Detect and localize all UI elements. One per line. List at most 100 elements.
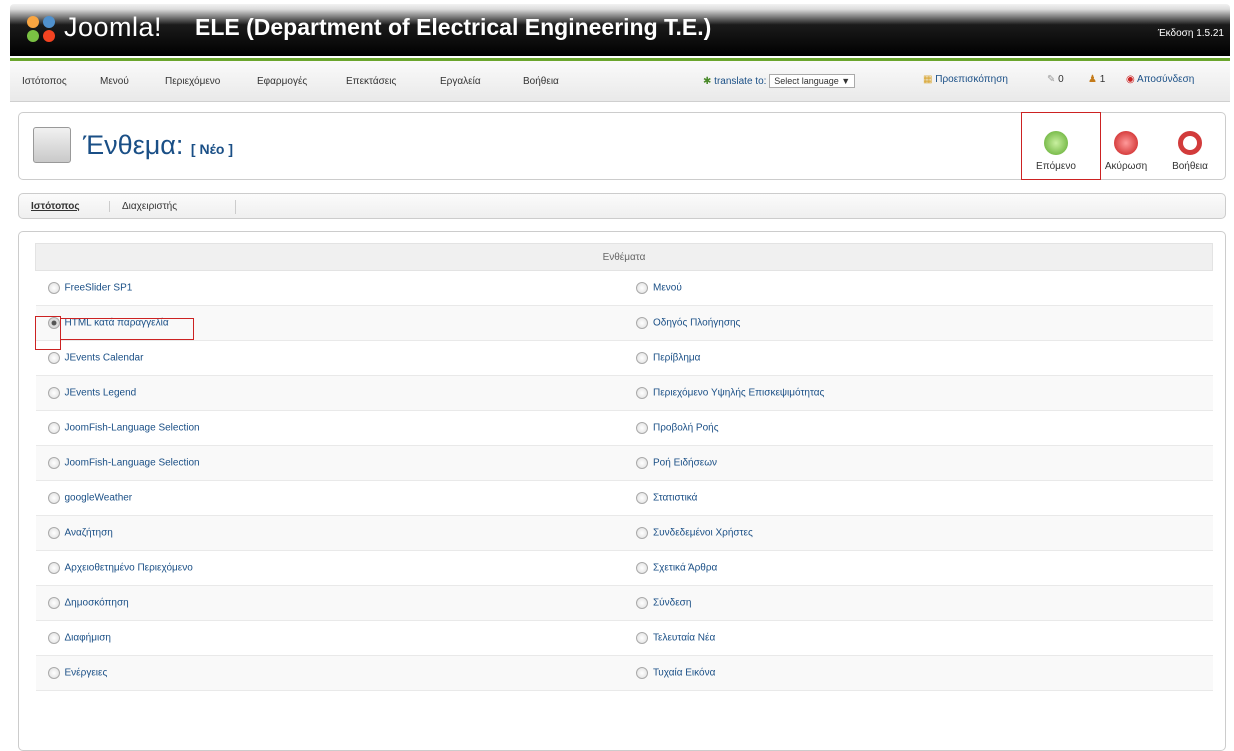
module-option-label[interactable]: Δημοσκόπηση: [65, 598, 129, 609]
module-option-label[interactable]: JoomFish-Language Selection: [65, 458, 200, 469]
module-radio[interactable]: [47, 562, 60, 574]
module-radio[interactable]: [636, 422, 648, 434]
module-option-label[interactable]: Συνδεδεμένοι Χρήστες: [653, 528, 753, 539]
module-radio[interactable]: [636, 457, 648, 469]
module-option-cell: Ενέργειες: [35, 655, 624, 691]
module-option-label[interactable]: JEvents Calendar: [65, 353, 144, 364]
tab-divider: [235, 200, 236, 214]
preview-link[interactable]: ▦ Προεπισκόπηση: [923, 74, 1008, 85]
module-radio[interactable]: [47, 422, 60, 434]
module-radio[interactable]: [47, 317, 60, 329]
modules-table: Ενθέματα FreeSlider SP1 Μενού HTML κατά πα…: [35, 243, 1213, 691]
module-radio[interactable]: [636, 352, 648, 364]
module-option-label[interactable]: Ενέργειες: [65, 668, 108, 679]
module-option-cell: Τυχαία Εικόνα: [624, 655, 1213, 691]
help-button[interactable]: Βοήθεια: [1157, 113, 1223, 179]
module-option-cell: Προβολή Ροής: [624, 410, 1213, 446]
module-radio[interactable]: [47, 632, 60, 644]
module-option-label[interactable]: Περίβλημα: [653, 353, 700, 364]
tab-site[interactable]: Ιστότοπος: [31, 201, 80, 212]
messages-count: 0: [1058, 74, 1064, 85]
module-option-label[interactable]: Σχετικά Άρθρα: [653, 563, 717, 574]
module-radio[interactable]: [636, 317, 648, 329]
module-radio[interactable]: [636, 597, 648, 609]
module-option-label[interactable]: JEvents Legend: [65, 388, 137, 399]
module-option-label[interactable]: Αρχειοθετημένο Περιεχόμενο: [65, 563, 193, 574]
menu-components[interactable]: Εφαρμογές: [257, 76, 307, 87]
module-radio[interactable]: [47, 387, 60, 399]
menu-site[interactable]: Ιστότοπος: [22, 76, 67, 87]
module-option-cell: JEvents Calendar: [35, 340, 624, 376]
module-radio[interactable]: [636, 492, 648, 504]
module-radio[interactable]: [636, 562, 648, 574]
cancel-button-label: Ακύρωση: [1104, 161, 1148, 172]
module-radio[interactable]: [636, 387, 648, 399]
module-option-cell: Σχετικά Άρθρα: [624, 550, 1213, 586]
module-radio[interactable]: [636, 632, 648, 644]
language-select-value: Select language: [774, 76, 839, 86]
module-option-label[interactable]: Προβολή Ροής: [653, 423, 719, 434]
module-radio[interactable]: [636, 667, 648, 679]
table-row: HTML κατά παραγγελία Οδηγός Πλοήγησης: [35, 305, 1213, 341]
module-radio[interactable]: [47, 527, 60, 539]
module-radio[interactable]: [47, 667, 60, 679]
module-option-cell: FreeSlider SP1: [35, 270, 624, 306]
table-row: Αρχειοθετημένο Περιεχόμενο Σχετικά Άρθρα: [35, 550, 1213, 586]
menu-help[interactable]: Βοήθεια: [523, 76, 559, 87]
module-radio[interactable]: [636, 527, 648, 539]
users-icon: ♟: [1088, 74, 1097, 85]
table-row: Ενέργειες Τυχαία Εικόνα: [35, 655, 1213, 691]
module-option-label[interactable]: googleWeather: [65, 493, 133, 504]
module-radio[interactable]: [47, 282, 60, 294]
module-option-cell: Αρχειοθετημένο Περιεχόμενο: [35, 550, 624, 586]
module-option-label[interactable]: Τυχαία Εικόνα: [653, 668, 715, 679]
translate-widget: ✱ translate to: Select language ▼: [703, 74, 856, 88]
module-option-cell: JoomFish-Language Selection: [35, 445, 624, 481]
preview-icon: ▦: [923, 74, 933, 85]
logout-link[interactable]: ◉ Αποσύνδεση: [1126, 74, 1194, 85]
module-option-label[interactable]: Στατιστικά: [653, 493, 697, 504]
module-option-label[interactable]: Ροή Ειδήσεων: [653, 458, 717, 469]
module-option-label[interactable]: Αναζήτηση: [65, 528, 113, 539]
table-row: googleWeather Στατιστικά: [35, 480, 1213, 516]
table-row: FreeSlider SP1 Μενού: [35, 270, 1213, 306]
tab-administrator[interactable]: Διαχειριστής: [109, 201, 177, 212]
module-option-label[interactable]: Σύνδεση: [653, 598, 691, 609]
table-row: Αναζήτηση Συνδεδεμένοι Χρήστες: [35, 515, 1213, 551]
menu-extensions[interactable]: Επεκτάσεις: [346, 76, 396, 87]
menu-menus[interactable]: Μενού: [100, 76, 129, 87]
page-title: Ένθεμα: [ Νέο ]: [83, 130, 233, 161]
language-select[interactable]: Select language ▼: [769, 74, 856, 88]
module-radio[interactable]: [47, 597, 60, 609]
logout-icon: ◉: [1126, 74, 1135, 85]
module-option-label[interactable]: JoomFish-Language Selection: [65, 423, 200, 434]
modules-panel: Ενθέματα FreeSlider SP1 Μενού HTML κατά πα…: [18, 231, 1226, 751]
module-option-label[interactable]: Περιεχόμενο Υψηλής Επισκεψιμότητας: [653, 388, 824, 399]
module-option-label[interactable]: Τελευταία Νέα: [653, 633, 715, 644]
module-radio[interactable]: [636, 282, 648, 294]
preview-label: Προεπισκόπηση: [935, 74, 1008, 85]
cancel-button[interactable]: Ακύρωση: [1093, 113, 1159, 179]
module-option-cell: Περιεχόμενο Υψηλής Επισκεψιμότητας: [624, 375, 1213, 411]
module-option-label[interactable]: FreeSlider SP1: [65, 283, 133, 294]
module-option-label[interactable]: Διαφήμιση: [65, 633, 111, 644]
module-option-cell: Τελευταία Νέα: [624, 620, 1213, 656]
table-row: Δημοσκόπηση Σύνδεση: [35, 585, 1213, 621]
messages-indicator[interactable]: ✎ 0: [1047, 74, 1064, 85]
next-arrow-icon: [1044, 131, 1068, 155]
main-menubar: Ιστότοπος Μενού Περιεχόμενο Εφαρμογές Επ…: [10, 58, 1230, 102]
menu-tools[interactable]: Εργαλεία: [440, 76, 481, 87]
menu-content[interactable]: Περιεχόμενο: [165, 76, 220, 87]
module-radio[interactable]: [47, 457, 60, 469]
module-option-label[interactable]: HTML κατά παραγγελία: [65, 318, 169, 329]
module-radio[interactable]: [47, 352, 60, 364]
submenu-tabs: Ιστότοπος Διαχειριστής: [18, 193, 1226, 219]
module-option-label[interactable]: Οδηγός Πλοήγησης: [653, 318, 740, 329]
users-indicator[interactable]: ♟ 1: [1088, 74, 1105, 85]
module-option-cell: HTML κατά παραγγελία: [35, 305, 624, 341]
module-radio[interactable]: [47, 492, 60, 504]
page-title-text: Ένθεμα:: [83, 130, 184, 160]
module-option-cell: Διαφήμιση: [35, 620, 624, 656]
module-option-label[interactable]: Μενού: [653, 283, 682, 294]
next-button[interactable]: Επόμενο: [1023, 113, 1089, 179]
